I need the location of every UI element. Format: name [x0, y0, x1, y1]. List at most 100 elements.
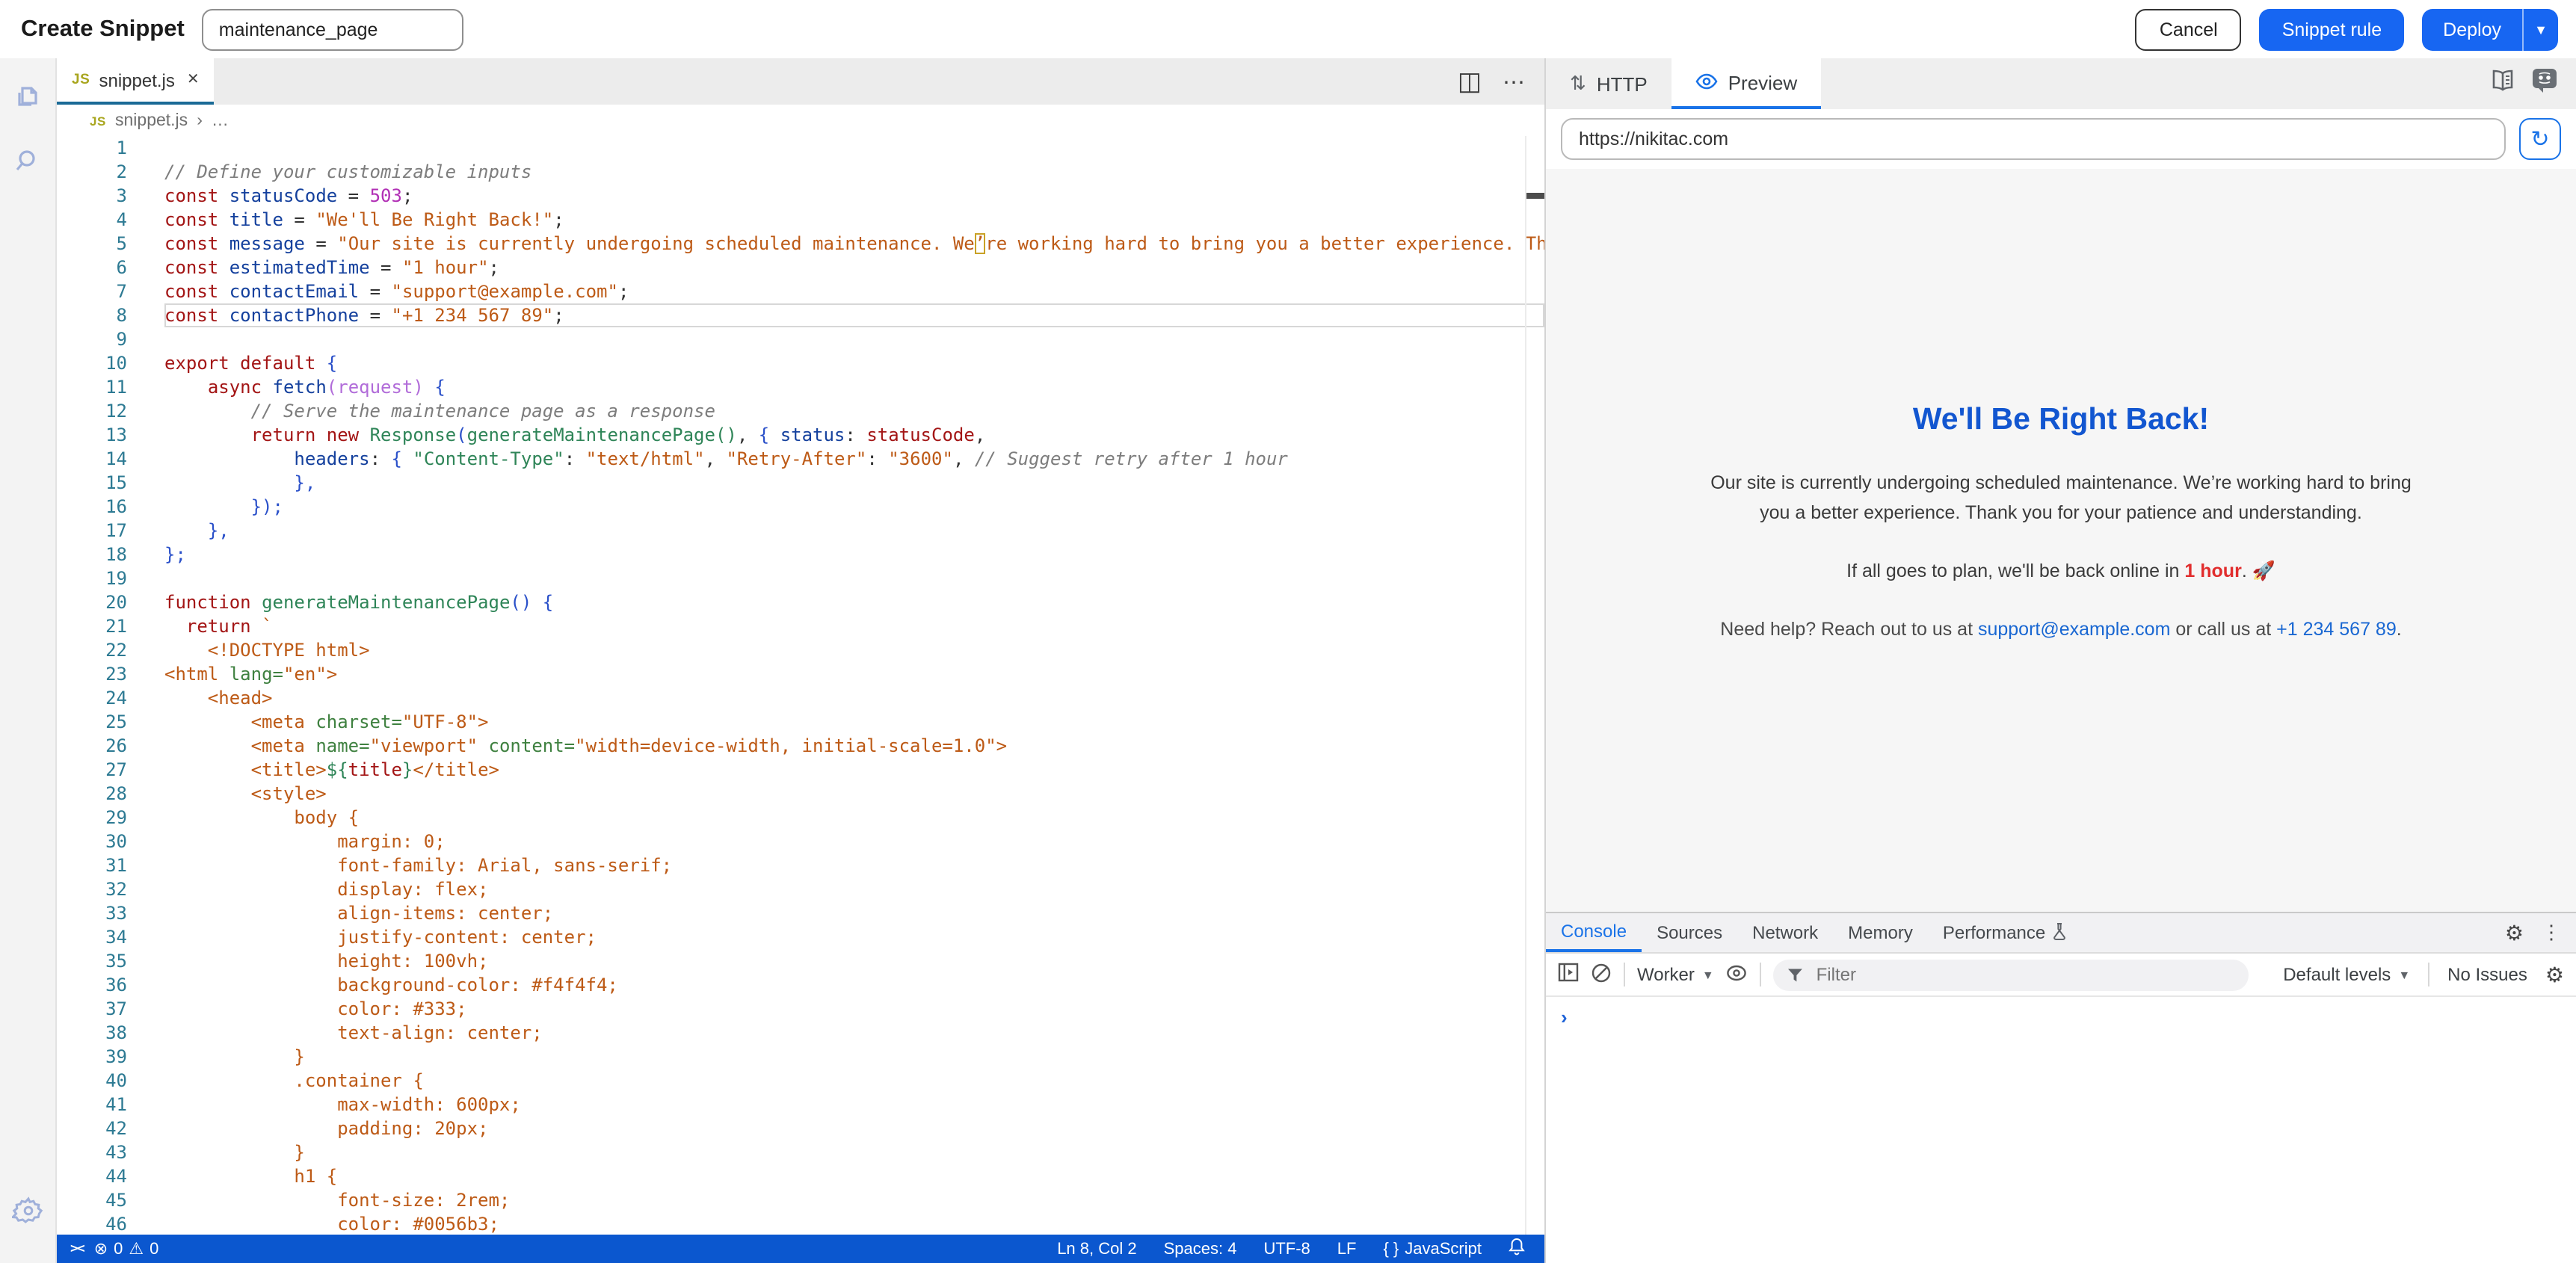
line-number[interactable]: 5: [57, 232, 164, 256]
code-line[interactable]: 32 display: flex;: [57, 877, 1544, 901]
code-line[interactable]: 9: [57, 327, 1544, 351]
context-selector[interactable]: Worker ▼: [1637, 964, 1714, 985]
line-number[interactable]: 39: [57, 1045, 164, 1069]
code-line[interactable]: 30 margin: 0;: [57, 830, 1544, 853]
code-line[interactable]: 15 },: [57, 471, 1544, 495]
code-line[interactable]: 10export default {: [57, 351, 1544, 375]
tab-network[interactable]: Network: [1737, 913, 1833, 952]
code-line[interactable]: 7const contactEmail = "support@example.c…: [57, 280, 1544, 303]
line-number[interactable]: 13: [57, 423, 164, 447]
line-number[interactable]: 4: [57, 208, 164, 232]
log-levels-selector[interactable]: Default levels ▼: [2283, 964, 2410, 985]
line-number[interactable]: 45: [57, 1188, 164, 1212]
code-line[interactable]: 43 }: [57, 1140, 1544, 1164]
split-editor-icon[interactable]: ◫: [1458, 69, 1482, 94]
code-line[interactable]: 21 return `: [57, 614, 1544, 638]
line-number[interactable]: 27: [57, 758, 164, 782]
line-number[interactable]: 29: [57, 806, 164, 830]
code-line[interactable]: 13 return new Response(generateMaintenan…: [57, 423, 1544, 447]
email-link[interactable]: support@example.com: [1978, 619, 2170, 640]
line-number[interactable]: 33: [57, 901, 164, 925]
line-number[interactable]: 7: [57, 280, 164, 303]
code-line[interactable]: 44 h1 {: [57, 1164, 1544, 1188]
devtools-settings-icon[interactable]: ⚙: [2505, 922, 2524, 943]
console-prompt[interactable]: ›: [1561, 1006, 1568, 1028]
code-line[interactable]: 26 <meta name="viewport" content="width=…: [57, 734, 1544, 758]
tab-preview[interactable]: Preview: [1671, 58, 1822, 109]
code-line[interactable]: 46 color: #0056b3;: [57, 1212, 1544, 1235]
code-line[interactable]: 2// Define your customizable inputs: [57, 160, 1544, 184]
line-number[interactable]: 41: [57, 1093, 164, 1117]
breadcrumb-more[interactable]: …: [212, 111, 229, 129]
line-number[interactable]: 6: [57, 256, 164, 280]
code-line[interactable]: 35 height: 100vh;: [57, 949, 1544, 973]
line-number[interactable]: 46: [57, 1212, 164, 1235]
cursor-position[interactable]: Ln 8, Col 2: [1057, 1240, 1136, 1258]
line-number[interactable]: 16: [57, 495, 164, 519]
code-line[interactable]: 25 <meta charset="UTF-8">: [57, 710, 1544, 734]
code-line[interactable]: 22 <!DOCTYPE html>: [57, 638, 1544, 662]
line-number[interactable]: 10: [57, 351, 164, 375]
encoding[interactable]: UTF-8: [1263, 1240, 1310, 1258]
code-line[interactable]: 29 body {: [57, 806, 1544, 830]
line-number[interactable]: 17: [57, 519, 164, 543]
code-line[interactable]: 34 justify-content: center;: [57, 925, 1544, 949]
code-line[interactable]: 23<html lang="en">: [57, 662, 1544, 686]
code-line[interactable]: 16 });: [57, 495, 1544, 519]
files-icon[interactable]: [11, 79, 44, 112]
breadcrumb-file[interactable]: snippet.js: [115, 111, 188, 129]
code-line[interactable]: 12 // Serve the maintenance page as a re…: [57, 399, 1544, 423]
line-number[interactable]: 11: [57, 375, 164, 399]
line-number[interactable]: 42: [57, 1117, 164, 1140]
clear-console-icon[interactable]: [1591, 962, 1612, 987]
line-number[interactable]: 19: [57, 566, 164, 590]
line-number[interactable]: 3: [57, 184, 164, 208]
line-number[interactable]: 21: [57, 614, 164, 638]
tab-memory[interactable]: Memory: [1833, 913, 1928, 952]
notifications-bell-icon[interactable]: [1509, 1238, 1525, 1260]
code-line[interactable]: 41 max-width: 600px;: [57, 1093, 1544, 1117]
cancel-button[interactable]: Cancel: [2136, 8, 2242, 50]
code-line[interactable]: 4const title = "We'll Be Right Back!";: [57, 208, 1544, 232]
line-number[interactable]: 36: [57, 973, 164, 997]
line-number[interactable]: 14: [57, 447, 164, 471]
console-output[interactable]: ›: [1546, 997, 2576, 1263]
line-number[interactable]: 37: [57, 997, 164, 1021]
code-line[interactable]: 20function generateMaintenancePage() {: [57, 590, 1544, 614]
line-number[interactable]: 22: [57, 638, 164, 662]
phone-link[interactable]: +1 234 567 89: [2276, 619, 2397, 640]
indentation[interactable]: Spaces: 4: [1164, 1240, 1237, 1258]
line-number[interactable]: 30: [57, 830, 164, 853]
code-line[interactable]: 45 font-size: 2rem;: [57, 1188, 1544, 1212]
search-icon[interactable]: [11, 145, 44, 178]
code-line[interactable]: 17 },: [57, 519, 1544, 543]
code-line[interactable]: 14 headers: { "Content-Type": "text/html…: [57, 447, 1544, 471]
filter-input[interactable]: [1814, 963, 2234, 986]
code-line[interactable]: 38 text-align: center;: [57, 1021, 1544, 1045]
code-line[interactable]: 27 <title>${title}</title>: [57, 758, 1544, 782]
line-number[interactable]: 35: [57, 949, 164, 973]
code-line[interactable]: 6const estimatedTime = "1 hour";: [57, 256, 1544, 280]
line-number[interactable]: 31: [57, 853, 164, 877]
line-number[interactable]: 15: [57, 471, 164, 495]
code-line[interactable]: 33 align-items: center;: [57, 901, 1544, 925]
settings-gear-icon[interactable]: [11, 1194, 44, 1227]
code-line[interactable]: 28 <style>: [57, 782, 1544, 806]
devtools-menu-icon[interactable]: ⋮: [2542, 921, 2561, 945]
snippet-name-input[interactable]: [203, 8, 464, 50]
tab-console[interactable]: Console: [1546, 913, 1642, 952]
deploy-button[interactable]: Deploy: [2422, 8, 2522, 50]
console-settings-icon[interactable]: ⚙: [2545, 964, 2564, 985]
breadcrumb[interactable]: JS snippet.js › …: [57, 105, 1544, 136]
console-sidebar-toggle-icon[interactable]: [1558, 963, 1579, 986]
remote-indicator-icon[interactable]: ><: [70, 1241, 84, 1256]
discord-chat-icon[interactable]: [2531, 67, 2558, 100]
live-expression-eye-icon[interactable]: [1726, 963, 1748, 986]
line-number[interactable]: 2: [57, 160, 164, 184]
line-number[interactable]: 1: [57, 136, 164, 160]
line-number[interactable]: 32: [57, 877, 164, 901]
scrollbar-marker[interactable]: [1526, 193, 1544, 199]
line-number[interactable]: 20: [57, 590, 164, 614]
url-input[interactable]: [1561, 118, 2506, 160]
close-tab-icon[interactable]: ✕: [187, 72, 200, 88]
